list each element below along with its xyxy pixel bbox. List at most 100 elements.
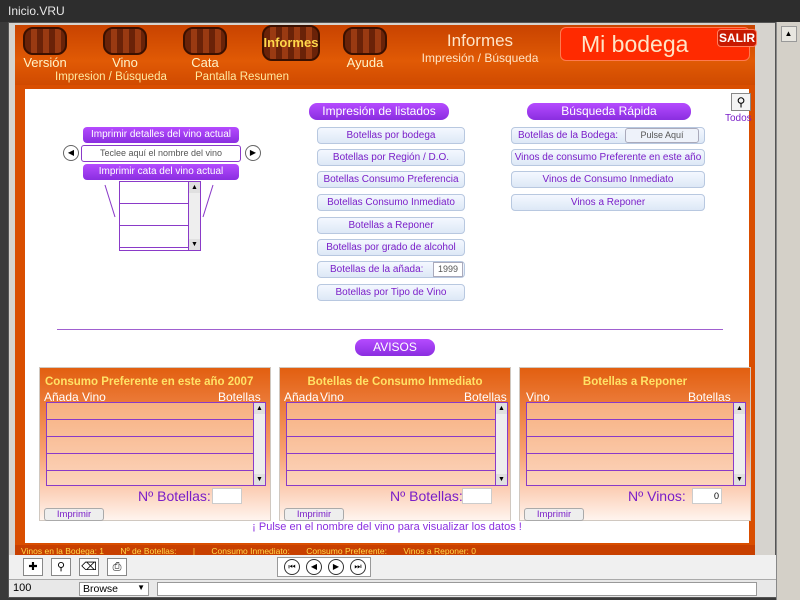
count-label: Nº Vinos:: [628, 488, 686, 504]
last-record-icon[interactable]: ⏭: [350, 559, 366, 575]
nav-vino[interactable]: Vino: [95, 27, 155, 70]
subnav-resumen[interactable]: Pantalla Resumen: [195, 71, 289, 83]
exit-button[interactable]: SALIR: [717, 29, 757, 47]
table-row[interactable]: [527, 454, 745, 471]
report-by-region-button[interactable]: Botellas por Región / D.O.: [317, 149, 465, 166]
report-restock-button[interactable]: Botellas a Reponer: [317, 217, 465, 234]
table-row[interactable]: [47, 437, 265, 454]
scrollbar[interactable]: ▲ ▼: [733, 403, 745, 485]
table-row[interactable]: [47, 420, 265, 437]
main-panel: ⚲ Todos Imprimir detalles del vino actua…: [25, 89, 752, 543]
report-by-alcohol-button[interactable]: Botellas por grado de alcohol: [317, 239, 465, 256]
bodega-pulse-button[interactable]: Pulse Aquí: [625, 128, 699, 143]
scroll-up-icon[interactable]: ▲: [496, 403, 507, 414]
record-navigation: ⏮ ◀ ▶ ⏭: [277, 557, 371, 577]
barrel-icon: [23, 27, 67, 55]
count-value: [212, 488, 242, 504]
scroll-up-icon[interactable]: ▲: [780, 26, 797, 42]
scroll-up-icon[interactable]: ▲: [734, 403, 745, 414]
vintage-year-input[interactable]: 1999: [433, 262, 463, 277]
print-icon[interactable]: ⎙: [107, 558, 127, 576]
footnote: ¡ Pulse en el nombre del vino para visua…: [252, 521, 522, 533]
scroll-down-icon[interactable]: ▼: [734, 474, 745, 485]
quick-search-title: Búsqueda Rápida: [527, 103, 691, 120]
search-icon[interactable]: ⚲: [51, 558, 71, 576]
app-window: Versión Vino Cata Informes Ayuda Impresi…: [8, 22, 777, 598]
next-record-icon[interactable]: ▶: [328, 559, 344, 575]
print-details-button[interactable]: Imprimir detalles del vino actual: [83, 127, 239, 143]
preferred-list[interactable]: ▲ ▼: [46, 402, 266, 486]
wine-list[interactable]: ▲ ▼: [119, 181, 201, 251]
table-row[interactable]: [47, 454, 265, 471]
report-by-bodega-button[interactable]: Botellas por bodega: [317, 127, 465, 144]
next-wine-button[interactable]: ▶: [245, 145, 261, 161]
zoom-level[interactable]: 100: [13, 582, 31, 594]
box-title: Consumo Preferente en este año 2007: [45, 376, 254, 388]
search-all-label: Todos: [725, 113, 752, 124]
section-subtitle: Impresión / Búsqueda: [421, 51, 539, 65]
mode-select[interactable]: Browse ▼: [79, 582, 149, 596]
nav-cata[interactable]: Cata: [175, 27, 235, 70]
report-by-vintage-label: Botellas de la añada:: [330, 264, 424, 275]
search-preferred-button[interactable]: Vinos de consumo Preferente en este año: [511, 149, 705, 166]
report-by-type-button[interactable]: Botellas por Tipo de Vino: [317, 284, 465, 301]
window-title: Inicio.VRU: [0, 0, 800, 22]
mode-value: Browse: [83, 583, 119, 595]
app-canvas: Versión Vino Cata Informes Ayuda Impresi…: [15, 25, 757, 563]
report-immediate-button[interactable]: Botellas Consumo Inmediato: [317, 194, 465, 211]
chevron-down-icon: ▼: [137, 583, 145, 592]
table-row[interactable]: [47, 403, 265, 420]
scrollbar[interactable]: ▲ ▼: [495, 403, 507, 485]
print-button[interactable]: Imprimir: [284, 508, 344, 521]
avisos-title: AVISOS: [355, 339, 435, 356]
scroll-down-icon[interactable]: ▼: [189, 239, 200, 250]
nav-version-label: Versión: [23, 55, 67, 70]
horizontal-scrollbar[interactable]: [157, 582, 757, 596]
search-restock-button[interactable]: Vinos a Reponer: [511, 194, 705, 211]
window-scrollbar[interactable]: ▲: [776, 22, 800, 600]
prev-record-icon[interactable]: ◀: [306, 559, 322, 575]
trash-icon[interactable]: ⌫: [79, 558, 99, 576]
scrollbar[interactable]: ▲ ▼: [253, 403, 265, 485]
nav-version[interactable]: Versión: [15, 27, 75, 70]
table-row[interactable]: [287, 454, 507, 471]
table-row[interactable]: [527, 420, 745, 437]
nav-ayuda[interactable]: Ayuda: [335, 27, 395, 70]
scroll-down-icon[interactable]: ▼: [496, 474, 507, 485]
new-record-icon[interactable]: ✚: [23, 558, 43, 576]
search-immediate-button[interactable]: Vinos de Consumo Inmediato: [511, 171, 705, 188]
table-row[interactable]: [527, 437, 745, 454]
first-record-icon[interactable]: ⏮: [284, 559, 300, 575]
scroll-down-icon[interactable]: ▼: [254, 474, 265, 485]
table-row[interactable]: [287, 437, 507, 454]
divider: [57, 329, 723, 330]
box-title: Botellas a Reponer: [582, 376, 688, 388]
count-value: [462, 488, 492, 504]
nav-informes[interactable]: Informes: [251, 25, 331, 61]
print-tasting-button[interactable]: Imprimir cata del vino actual: [83, 164, 239, 180]
restock-box: Botellas a Reponer Vino Botellas ▲ ▼ Nº …: [519, 367, 751, 521]
prev-wine-button[interactable]: ◀: [63, 145, 79, 161]
subnav-impresion[interactable]: Impresion / Búsqueda: [55, 71, 167, 83]
table-row[interactable]: [287, 420, 507, 437]
table-row[interactable]: [287, 403, 507, 420]
report-preferred-button[interactable]: Botellas Consumo Preferencia: [317, 171, 465, 188]
immediate-list[interactable]: ▲ ▼: [286, 402, 508, 486]
table-row[interactable]: [527, 403, 745, 420]
count-label: Nº Botellas:: [390, 488, 463, 504]
nav-vino-label: Vino: [112, 55, 138, 70]
scroll-up-icon[interactable]: ▲: [189, 182, 200, 193]
box-title: Botellas de Consumo Inmediato: [307, 376, 483, 388]
scroll-up-icon[interactable]: ▲: [254, 403, 265, 414]
barrel-icon: [103, 27, 147, 55]
print-lists-title: Impresión de listados: [309, 103, 449, 120]
print-button[interactable]: Imprimir: [524, 508, 584, 521]
barrel-icon: [183, 27, 227, 55]
immediate-consumption-box: Botellas de Consumo Inmediato Añada Vino…: [279, 367, 511, 521]
scrollbar[interactable]: ▲ ▼: [188, 182, 200, 250]
print-button[interactable]: Imprimir: [44, 508, 104, 521]
bottom-bar: 100 Browse ▼: [9, 579, 777, 597]
wine-name-input[interactable]: Teclee aquí el nombre del vino: [81, 145, 241, 162]
restock-list[interactable]: ▲ ▼: [526, 402, 746, 486]
search-icon[interactable]: ⚲: [731, 93, 751, 111]
